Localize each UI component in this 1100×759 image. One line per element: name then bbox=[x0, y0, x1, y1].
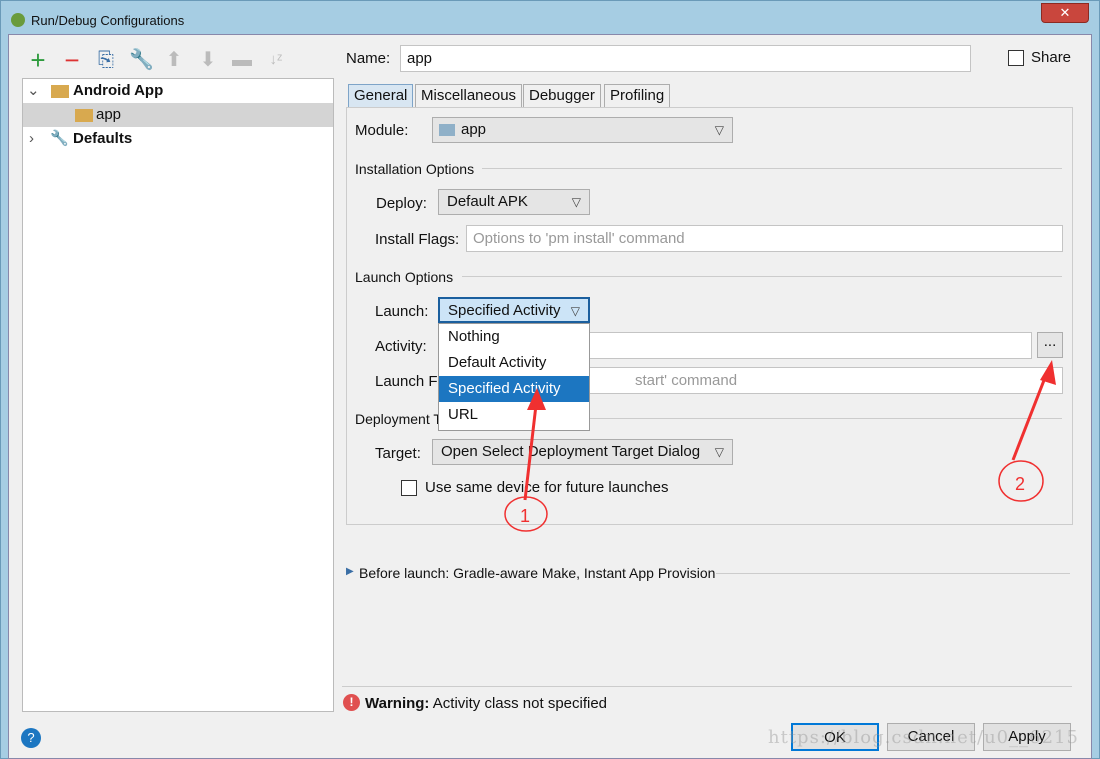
launch-label: Launch: bbox=[375, 303, 429, 320]
wrench-icon: 🔧 bbox=[50, 130, 69, 147]
deploy-label: Deploy: bbox=[376, 195, 427, 212]
activity-label: Activity: bbox=[375, 338, 427, 355]
option-nothing[interactable]: Nothing bbox=[439, 324, 589, 350]
before-launch-toggle[interactable]: Before launch: Gradle-aware Make, Instan… bbox=[359, 565, 715, 581]
option-url[interactable]: URL bbox=[439, 402, 589, 428]
remove-icon[interactable]: − bbox=[61, 47, 83, 73]
same-device-checkbox[interactable] bbox=[401, 480, 417, 496]
install-flags-placeholder: Options to 'pm install' command bbox=[473, 230, 685, 247]
target-value: Open Select Deployment Target Dialog bbox=[441, 443, 701, 460]
chevron-down-icon: ▽ bbox=[714, 445, 724, 459]
tab-debugger[interactable]: Debugger bbox=[523, 84, 601, 108]
tree-item-defaults[interactable]: › 🔧 Defaults bbox=[23, 127, 333, 151]
sort-icon[interactable]: ↓ᶻ bbox=[265, 50, 287, 70]
ok-button[interactable]: OK bbox=[791, 723, 879, 751]
deploy-value: Default APK bbox=[447, 193, 528, 210]
target-combo[interactable]: Open Select Deployment Target Dialog ▽ bbox=[432, 439, 733, 465]
module-combo[interactable]: app ▽ bbox=[432, 117, 733, 143]
option-default-activity[interactable]: Default Activity bbox=[439, 350, 589, 376]
title-bar: Run/Debug Configurations ✕ bbox=[1, 1, 1100, 37]
same-device-label: Use same device for future launches bbox=[425, 479, 669, 496]
edit-defaults-icon[interactable]: 🔧 bbox=[129, 50, 154, 70]
launch-flags-label: Launch Fl bbox=[375, 373, 441, 390]
window-title: Run/Debug Configurations bbox=[31, 13, 185, 28]
expand-triangle-icon[interactable]: ▶ bbox=[346, 566, 354, 577]
launch-options-heading: Launch Options bbox=[355, 269, 454, 285]
installation-options-heading: Installation Options bbox=[355, 161, 475, 177]
launch-flags-placeholder: start' command bbox=[635, 372, 738, 389]
tree-item-label: Android App bbox=[73, 82, 164, 99]
launch-combo[interactable]: Specified Activity ▽ bbox=[438, 297, 590, 323]
warning-message: Warning: Activity class not specified bbox=[365, 695, 607, 712]
chevron-down-icon: ▽ bbox=[571, 195, 581, 209]
module-label: Module: bbox=[355, 122, 409, 139]
tree-item-android-app[interactable]: ⌄ Android App bbox=[23, 79, 333, 103]
launch-dropdown-list[interactable]: Nothing Default Activity Specified Activ… bbox=[438, 323, 590, 431]
add-icon[interactable]: + bbox=[27, 47, 49, 73]
module-icon bbox=[439, 124, 455, 136]
module-value: app bbox=[461, 121, 487, 138]
chevron-right-icon[interactable]: › bbox=[29, 127, 34, 151]
tab-general[interactable]: General bbox=[348, 84, 414, 108]
config-tree[interactable]: ⌄ Android App app › 🔧 Defaults bbox=[22, 78, 334, 712]
divider bbox=[482, 168, 1062, 169]
copy-icon[interactable]: ⎘ bbox=[95, 50, 117, 70]
android-studio-icon bbox=[11, 13, 25, 27]
help-button[interactable]: ? bbox=[21, 728, 41, 748]
tab-miscellaneous[interactable]: Miscellaneous bbox=[415, 84, 523, 108]
install-flags-label: Install Flags: bbox=[375, 231, 460, 248]
divider bbox=[590, 418, 1062, 419]
android-folder-icon bbox=[51, 85, 69, 98]
tree-item-app[interactable]: app bbox=[23, 103, 333, 127]
share-label: Share bbox=[1031, 49, 1072, 66]
move-down-icon[interactable]: ⬇ bbox=[197, 50, 219, 70]
apply-button[interactable]: Apply bbox=[983, 723, 1071, 751]
browse-activity-button[interactable]: ... bbox=[1037, 332, 1063, 358]
name-label: Name: bbox=[346, 50, 391, 67]
divider bbox=[342, 686, 1072, 687]
chevron-down-icon: ▽ bbox=[570, 304, 580, 318]
name-input[interactable]: app bbox=[400, 45, 971, 72]
deploy-combo[interactable]: Default APK ▽ bbox=[438, 189, 590, 215]
deployment-target-heading: Deployment T bbox=[355, 411, 442, 427]
warning-bold: Warning: bbox=[365, 695, 430, 712]
option-specified-activity[interactable]: Specified Activity bbox=[439, 376, 589, 402]
divider bbox=[462, 276, 1062, 277]
chevron-down-icon: ▽ bbox=[714, 123, 724, 137]
chevron-down-icon[interactable]: ⌄ bbox=[27, 79, 40, 103]
warning-text: Activity class not specified bbox=[432, 695, 608, 712]
tree-item-label: Defaults bbox=[73, 130, 133, 147]
warning-icon: ! bbox=[343, 694, 360, 711]
close-button[interactable]: ✕ bbox=[1041, 3, 1089, 23]
move-up-icon[interactable]: ⬆ bbox=[163, 50, 185, 70]
target-label: Target: bbox=[375, 445, 421, 462]
share-checkbox[interactable] bbox=[1008, 50, 1024, 66]
divider bbox=[716, 573, 1070, 574]
tab-profiling[interactable]: Profiling bbox=[604, 84, 671, 108]
cancel-button[interactable]: Cancel bbox=[887, 723, 975, 751]
folder-icon[interactable]: ▬ bbox=[231, 50, 253, 70]
tree-item-label: app bbox=[96, 106, 122, 123]
android-config-error-icon bbox=[75, 109, 93, 122]
launch-value: Specified Activity bbox=[448, 302, 561, 319]
install-flags-input[interactable]: Options to 'pm install' command bbox=[466, 225, 1063, 252]
